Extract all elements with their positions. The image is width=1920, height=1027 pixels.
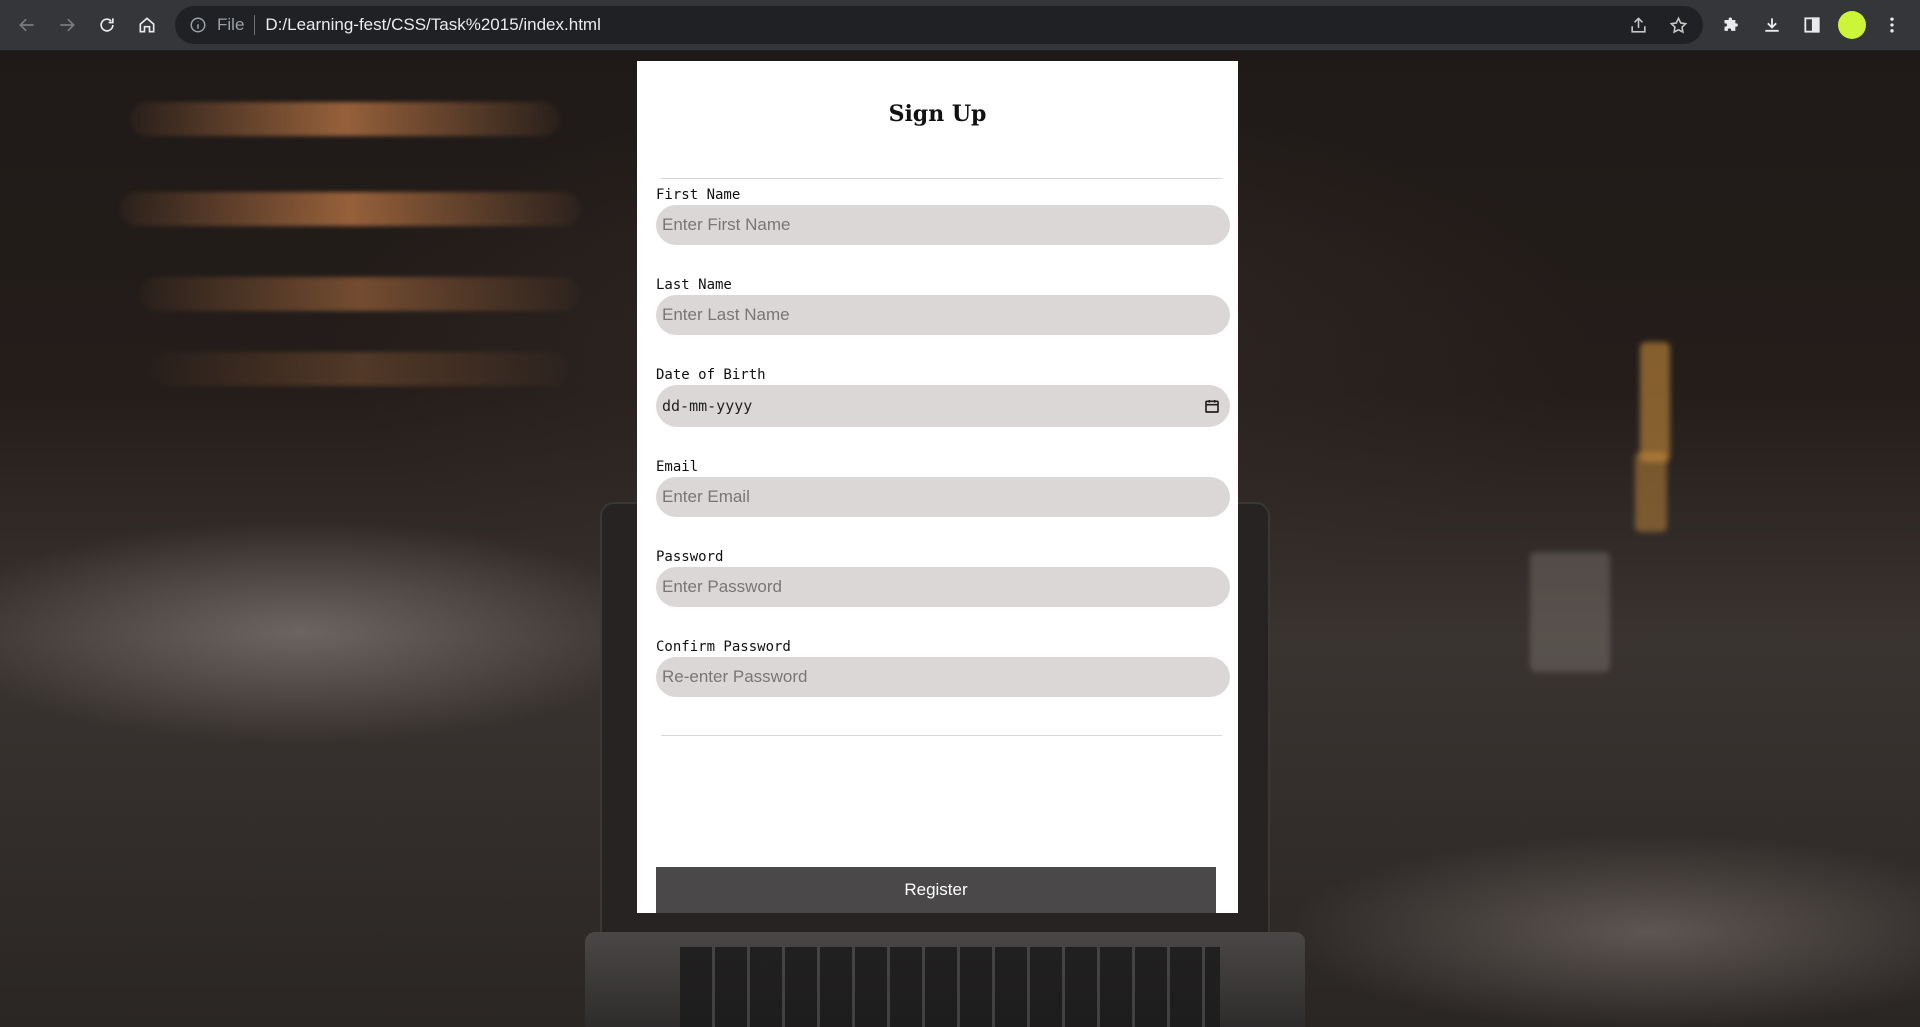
email-input[interactable] [656,477,1230,517]
first-name-label: First Name [656,187,741,203]
background-light [1640,342,1670,462]
info-icon[interactable] [189,16,207,34]
background-keyboard [680,947,1220,1027]
scheme-label: File [217,15,256,35]
password-label: Password [656,549,724,565]
side-panel-icon [1804,17,1820,33]
profile-button[interactable] [1834,7,1870,43]
last-name-label: Last Name [656,277,732,293]
arrow-right-icon [60,18,75,32]
background-slat [140,277,580,311]
download-icon [1765,18,1779,32]
arrow-left-icon [19,18,34,32]
address-bar[interactable]: File D:/Learning-fest/CSS/Task%2015/inde… [175,6,1703,44]
url-text[interactable]: D:/Learning-fest/CSS/Task%2015/index.htm… [265,15,600,35]
home-icon [139,17,155,33]
kebab-menu-icon [1890,17,1894,33]
side-panel-button[interactable] [1794,7,1830,43]
dob-value: dd-mm-yyyy [662,397,753,415]
reload-icon [100,18,114,32]
confirm-password-label: Confirm Password [656,639,791,655]
home-button[interactable] [127,5,167,45]
downloads-button[interactable] [1754,7,1790,43]
dob-label: Date of Birth [656,367,766,383]
back-button[interactable] [7,5,47,45]
form-title: Sign Up [888,101,987,127]
last-name-input[interactable] [656,295,1230,335]
forward-button[interactable] [47,5,87,45]
bookmark-button[interactable] [1663,10,1693,40]
avatar [1838,11,1866,39]
puzzle-icon [1724,17,1738,31]
email-label: Email [656,459,699,475]
confirm-password-input[interactable] [656,657,1230,697]
signup-card: Sign Up First Name Last Name Date of Bir… [637,61,1238,913]
background-light [1635,452,1667,532]
share-icon [1630,16,1646,33]
dob-input[interactable]: dd-mm-yyyy [656,385,1230,427]
share-button[interactable] [1623,10,1653,40]
menu-button[interactable] [1874,7,1910,43]
password-input[interactable] [656,567,1230,607]
background-slat [120,192,580,226]
calendar-icon[interactable] [1204,398,1220,414]
register-button[interactable]: Register [656,867,1216,913]
bottom-divider [661,735,1222,736]
top-divider [661,178,1222,179]
extensions-button[interactable] [1714,7,1750,43]
reload-button[interactable] [87,5,127,45]
background-light [1530,552,1610,672]
star-icon [1669,16,1687,34]
background-slat [130,102,560,136]
background-slat [150,352,570,386]
browser-toolbar: File D:/Learning-fest/CSS/Task%2015/inde… [0,0,1920,51]
first-name-input[interactable] [656,205,1230,245]
